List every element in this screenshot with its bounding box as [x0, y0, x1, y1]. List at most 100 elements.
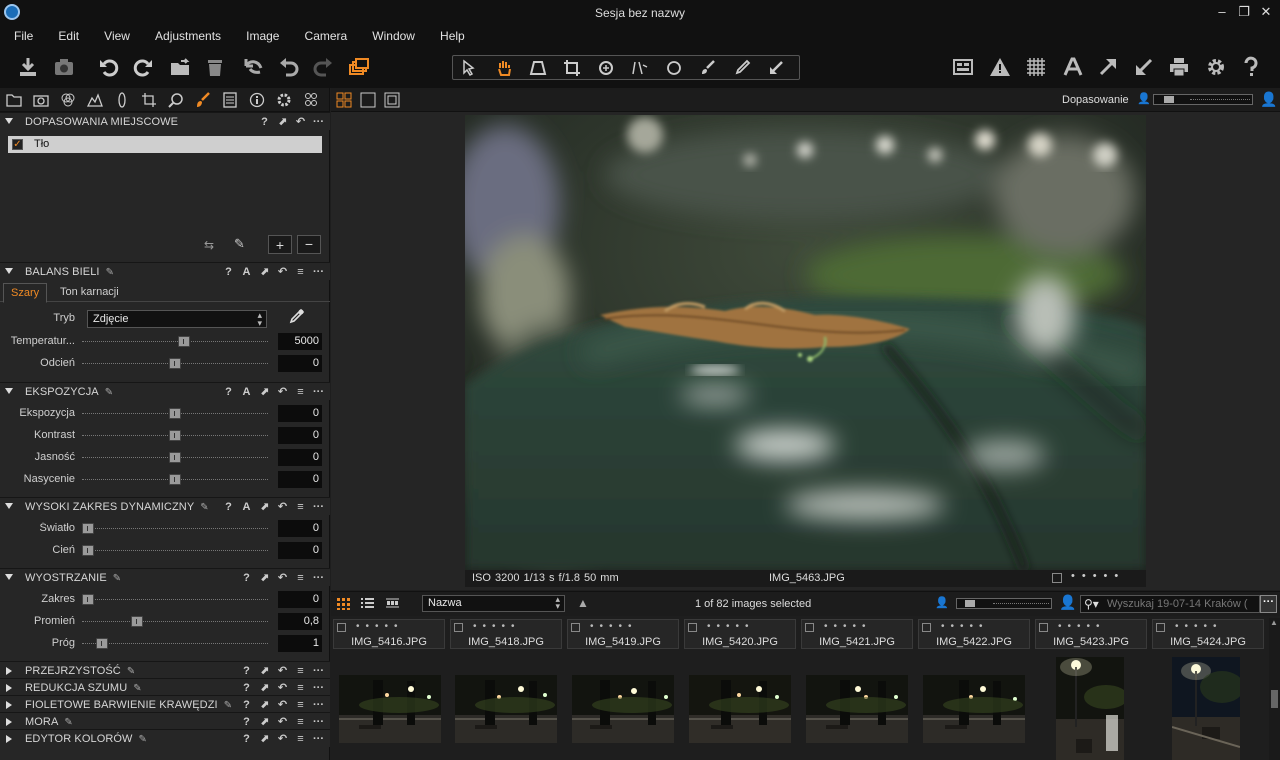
- more-icon[interactable]: ···: [311, 265, 326, 279]
- auto-icon[interactable]: A: [239, 385, 254, 399]
- sort-direction-button[interactable]: ▲: [577, 596, 589, 610]
- help-icon[interactable]: ?: [257, 115, 272, 129]
- noise-reduction-header[interactable]: REDUKCJA SZUMU ✎ ? ⬈ ↶ ≡ ···: [0, 678, 330, 696]
- menu-help[interactable]: Help: [426, 26, 473, 43]
- thumbnail-checkbox[interactable]: [571, 623, 580, 632]
- list-view-button[interactable]: [360, 596, 375, 611]
- rating-dots[interactable]: •••••: [941, 621, 989, 632]
- close-button[interactable]: ✕: [1256, 4, 1276, 20]
- rating-dots[interactable]: •••••: [356, 621, 404, 632]
- presets-icon[interactable]: ≡: [293, 265, 308, 279]
- expand-icon[interactable]: ⬈: [257, 664, 272, 678]
- tab-capture[interactable]: [31, 91, 51, 109]
- slider-track[interactable]: [82, 341, 268, 342]
- apply-adjustments-button[interactable]: [1131, 54, 1157, 80]
- value-field[interactable]: 0: [278, 591, 322, 608]
- tab-exposure[interactable]: [85, 91, 105, 109]
- more-icon[interactable]: ···: [311, 385, 326, 399]
- more-icon[interactable]: ···: [311, 115, 326, 129]
- exposure-header[interactable]: EKSPOZYCJA ✎ ? A ⬈ ↶ ≡ ···: [0, 382, 330, 400]
- menu-edit[interactable]: Edit: [44, 26, 87, 43]
- filmstrip-view-button[interactable]: [385, 596, 400, 611]
- thumbnail-cell[interactable]: ••••• IMG_5423.JPG: [1033, 618, 1147, 760]
- value-field[interactable]: 0,8: [278, 613, 322, 630]
- pan-cursor-tool[interactable]: [489, 56, 519, 79]
- tab-info[interactable]: [247, 91, 267, 109]
- thumbnail-cell[interactable]: ••••• IMG_5416.JPG: [331, 618, 445, 760]
- auto-icon[interactable]: A: [239, 265, 254, 279]
- copy-adjustments-button[interactable]: [1095, 54, 1121, 80]
- expand-icon[interactable]: ⬈: [257, 698, 272, 712]
- multi-view-button[interactable]: [336, 92, 352, 108]
- layer-settings-icon[interactable]: ⇆: [204, 238, 214, 252]
- presets-icon[interactable]: ≡: [293, 732, 308, 746]
- slider-knob[interactable]: [169, 474, 181, 485]
- tab-local-adjustments[interactable]: [193, 91, 213, 109]
- help-icon[interactable]: ?: [239, 571, 254, 585]
- help-icon[interactable]: ?: [239, 664, 254, 678]
- thumbnail-image[interactable]: [572, 675, 674, 743]
- thumbnail-image[interactable]: [689, 675, 791, 743]
- reset-icon[interactable]: ↶: [275, 664, 290, 678]
- capture-button[interactable]: [51, 54, 77, 80]
- presets-icon[interactable]: ≡: [293, 500, 308, 514]
- single-view-button[interactable]: [360, 92, 376, 108]
- tab-color[interactable]: [58, 91, 78, 109]
- reset-icon[interactable]: ↶: [275, 715, 290, 729]
- reset-icon[interactable]: ↶: [275, 265, 290, 279]
- thumbnail-checkbox[interactable]: [337, 623, 346, 632]
- compare-button[interactable]: [950, 54, 976, 80]
- tab-batch[interactable]: [301, 91, 321, 109]
- slider-knob[interactable]: [82, 594, 94, 605]
- expand-triangle-icon[interactable]: [6, 667, 12, 675]
- slider-track[interactable]: [82, 550, 268, 551]
- slider-knob[interactable]: [169, 430, 181, 441]
- sharpening-header[interactable]: WYOSTRZANIE ✎ ? ⬈ ↶ ≡ ···: [0, 568, 330, 586]
- apply-cursor-tool[interactable]: [761, 56, 791, 79]
- thumbnail-checkbox[interactable]: [454, 623, 463, 632]
- collapse-triangle-icon[interactable]: [5, 388, 13, 394]
- help-icon[interactable]: ?: [239, 681, 254, 695]
- reset-button[interactable]: [240, 54, 266, 80]
- annotations-button[interactable]: [1060, 54, 1086, 80]
- value-field[interactable]: 0: [278, 471, 322, 488]
- more-icon[interactable]: ···: [311, 732, 326, 746]
- value-field[interactable]: 1: [278, 635, 322, 652]
- expand-icon[interactable]: ⬈: [257, 265, 272, 279]
- help-icon[interactable]: ?: [239, 698, 254, 712]
- help-icon[interactable]: ?: [239, 715, 254, 729]
- thumbnail-checkbox[interactable]: [1156, 623, 1165, 632]
- value-field[interactable]: 0: [278, 542, 322, 559]
- crop-cursor-tool[interactable]: [557, 56, 587, 79]
- help-icon[interactable]: ?: [221, 500, 236, 514]
- slider-knob[interactable]: [169, 358, 181, 369]
- thumbnail-cell[interactable]: ••••• IMG_5419.JPG: [565, 618, 679, 760]
- slider-track[interactable]: [82, 528, 268, 529]
- expand-triangle-icon[interactable]: [6, 701, 12, 709]
- slider-knob[interactable]: [177, 336, 190, 347]
- thumbnail-size-slider[interactable]: [956, 598, 1052, 609]
- maximize-button[interactable]: ❐: [1234, 4, 1254, 20]
- grid-view-button[interactable]: [336, 596, 351, 611]
- menu-camera[interactable]: Camera: [291, 26, 356, 43]
- thumbnail-image[interactable]: [1056, 657, 1124, 760]
- import-button[interactable]: [15, 54, 41, 80]
- tab-details[interactable]: [166, 91, 186, 109]
- value-field[interactable]: 0: [278, 427, 322, 444]
- color-editor-header[interactable]: EDYTOR KOLORÓW ✎ ? ⬈ ↶ ≡ ···: [0, 729, 330, 747]
- more-icon[interactable]: ···: [311, 715, 326, 729]
- value-field[interactable]: 0: [278, 405, 322, 422]
- tab-ton-karnacji[interactable]: Ton karnacji: [60, 286, 119, 298]
- slider-track[interactable]: [82, 621, 268, 622]
- more-icon[interactable]: ···: [311, 664, 326, 678]
- slider-knob[interactable]: [169, 452, 181, 463]
- collapse-triangle-icon[interactable]: [5, 503, 13, 509]
- main-photo[interactable]: [465, 115, 1146, 570]
- expand-triangle-icon[interactable]: [6, 735, 12, 743]
- rating-dots[interactable]: •••••: [1175, 621, 1223, 632]
- wb-picker-button[interactable]: [287, 308, 309, 328]
- browser-scrollbar[interactable]: ▲: [1269, 618, 1280, 760]
- value-field[interactable]: 0: [278, 520, 322, 537]
- value-field[interactable]: 0: [278, 355, 322, 372]
- remove-layer-button[interactable]: −: [297, 235, 321, 254]
